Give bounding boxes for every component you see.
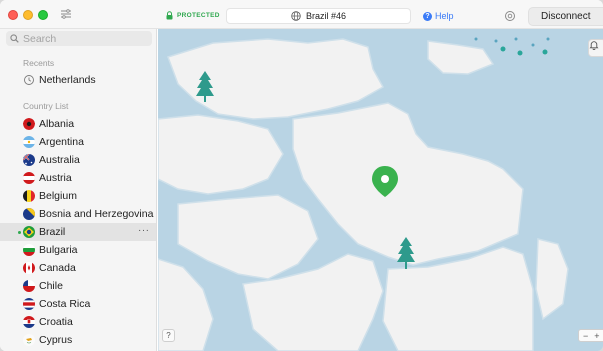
bell-icon	[589, 41, 599, 50]
title-bar: PROTECTED Brazil #46 ? Help Disconnect	[0, 0, 603, 29]
country-item-label: Croatia	[39, 316, 73, 328]
country-item-chile[interactable]: Chile	[0, 277, 156, 295]
flag-croatia-icon	[23, 316, 35, 328]
flag-costa-rica-icon	[23, 298, 35, 310]
country-item-austria[interactable]: Austria	[0, 169, 156, 187]
recents-heading: Recents	[23, 58, 55, 68]
recent-item-label: Netherlands	[39, 74, 96, 86]
search-input[interactable]: Search	[6, 31, 152, 46]
disconnect-button[interactable]: Disconnect	[528, 7, 603, 26]
connected-indicator	[18, 231, 21, 234]
country-item-croatia[interactable]: Croatia	[0, 313, 156, 331]
flag-australia-icon	[23, 154, 35, 166]
zoom-out-button[interactable]: −	[583, 331, 588, 341]
country-item-label: Argentina	[39, 136, 84, 148]
question-icon: ?	[423, 11, 432, 21]
current-server-label: Brazil #46	[305, 11, 347, 21]
flag-albania-icon	[23, 118, 35, 130]
country-item-label: Bosnia and Herzegovina	[39, 208, 154, 220]
country-item-label: Belgium	[39, 190, 77, 202]
notifications-button[interactable]	[588, 39, 603, 57]
sidebar-toggle-icon[interactable]	[59, 8, 73, 20]
country-item-label: Austria	[39, 172, 72, 184]
help-button[interactable]: ? Help	[423, 11, 454, 21]
country-item-bulgaria[interactable]: Bulgaria	[0, 241, 156, 259]
country-item-bosnia[interactable]: Bosnia and Herzegovina	[0, 205, 156, 223]
country-item-label: Canada	[39, 262, 76, 274]
window-minimize-button[interactable]	[23, 10, 33, 20]
map-canvas	[158, 29, 603, 351]
app-window: PROTECTED Brazil #46 ? Help Disconnect S…	[0, 0, 603, 351]
country-item-label: Costa Rica	[39, 298, 91, 310]
flag-argentina-icon	[23, 136, 35, 148]
clock-icon	[24, 75, 34, 85]
search-icon	[10, 34, 19, 43]
country-item-label: Bulgaria	[39, 244, 78, 256]
globe-icon	[291, 11, 301, 21]
country-item-costa-rica[interactable]: Costa Rica	[0, 295, 156, 313]
country-item-cyprus[interactable]: Cyprus	[0, 331, 156, 349]
country-item-label: Albania	[39, 118, 75, 130]
flag-cyprus-icon	[23, 334, 35, 346]
country-list-heading: Country List	[23, 101, 69, 111]
window-maximize-button[interactable]	[38, 10, 48, 20]
country-item-label: Australia	[39, 154, 80, 166]
country-item-label: Brazil	[39, 226, 66, 238]
help-label: Help	[435, 11, 454, 21]
country-item-label: Chile	[39, 280, 63, 292]
current-server[interactable]: Brazil #46	[226, 8, 411, 24]
flag-belgium-icon	[23, 190, 35, 202]
flag-bulgaria-icon	[23, 244, 35, 256]
map-view[interactable]: ? − +	[158, 29, 603, 351]
meshnet-icon[interactable]	[504, 10, 516, 22]
country-item-belgium[interactable]: Belgium	[0, 187, 156, 205]
protection-status-label: PROTECTED	[177, 12, 220, 19]
sidebar: Search Recents Netherlands Country List …	[0, 29, 157, 351]
flag-austria-icon	[23, 172, 35, 184]
zoom-in-button[interactable]: +	[594, 331, 599, 341]
country-item-albania[interactable]: Albania	[0, 115, 156, 133]
search-placeholder: Search	[23, 32, 57, 45]
zoom-controls: − +	[578, 329, 603, 342]
lock-icon	[166, 11, 173, 20]
window-close-button[interactable]	[8, 10, 18, 20]
country-item-label: Cyprus	[39, 334, 73, 346]
flag-bosnia-icon	[23, 208, 35, 220]
country-item-australia[interactable]: Australia	[0, 151, 156, 169]
country-item-argentina[interactable]: Argentina	[0, 133, 156, 151]
country-item-brazil[interactable]: Brazil ···	[0, 223, 156, 241]
map-help-button[interactable]: ?	[162, 329, 175, 342]
more-options-icon[interactable]: ···	[138, 225, 150, 236]
protection-status: PROTECTED	[166, 11, 220, 20]
flag-canada-icon	[23, 262, 35, 274]
flag-brazil-icon	[23, 226, 35, 238]
recent-item-netherlands[interactable]: Netherlands	[0, 71, 156, 89]
country-item-canada[interactable]: Canada	[0, 259, 156, 277]
flag-chile-icon	[23, 280, 35, 292]
